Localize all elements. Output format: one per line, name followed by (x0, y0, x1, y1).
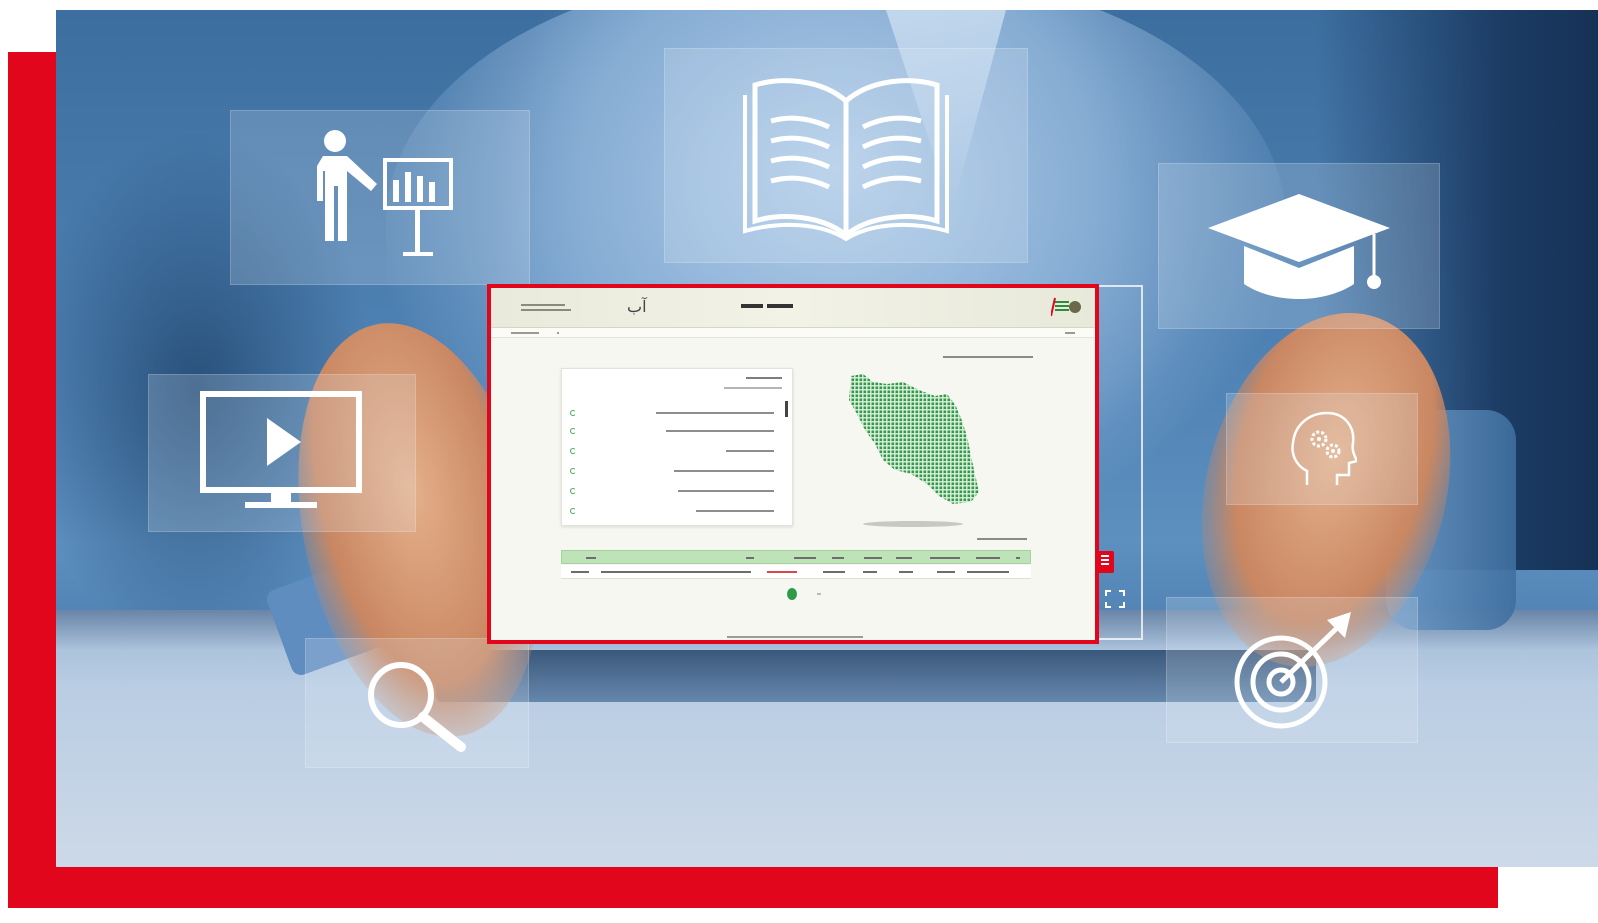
news-list-subtitle (724, 387, 782, 389)
mock-title (741, 303, 793, 311)
mock-header-info (521, 304, 571, 314)
mock-nav (491, 328, 1095, 338)
news-list-panel (561, 368, 793, 526)
list-item (570, 467, 784, 475)
mock-logo-glyph: آب (627, 297, 647, 316)
presenter-card (230, 110, 530, 285)
mock-header: آب (491, 288, 1095, 328)
video-card (148, 374, 416, 532)
list-item (570, 447, 784, 455)
news-list-title (746, 377, 782, 379)
fullscreen-icon (1104, 589, 1126, 609)
device-outline (1093, 285, 1143, 640)
open-book-icon (741, 71, 951, 241)
search-card (305, 638, 529, 768)
target-card (1166, 597, 1418, 743)
book-card (664, 48, 1028, 263)
iran-map (843, 370, 983, 530)
mock-footer-text (727, 636, 863, 638)
mock-section-caption (943, 356, 1033, 358)
pagination-current (787, 588, 797, 600)
mock-data-table (561, 550, 1031, 582)
video-play-monitor-icon (197, 388, 367, 518)
head-gears-icon (1287, 409, 1357, 489)
news-list-scroll (785, 401, 788, 417)
target-dart-icon (1227, 610, 1357, 730)
table-row (561, 565, 1031, 579)
ai-card (1226, 393, 1418, 505)
magnifier-search-icon (357, 653, 477, 753)
list-item (570, 409, 784, 417)
list-item (570, 507, 784, 515)
mock-table-caption (977, 538, 1027, 540)
list-item (570, 427, 784, 435)
presenter-chart-icon (305, 128, 455, 268)
mock-emblem-icon (1050, 296, 1081, 320)
table-header-row (561, 550, 1031, 564)
hero-banner: آب (0, 0, 1598, 923)
list-item (570, 487, 784, 495)
graduation-card (1158, 163, 1440, 329)
pagination-next (817, 593, 821, 595)
website-screenshot: آب (487, 284, 1099, 644)
graduation-cap-icon (1204, 186, 1394, 306)
